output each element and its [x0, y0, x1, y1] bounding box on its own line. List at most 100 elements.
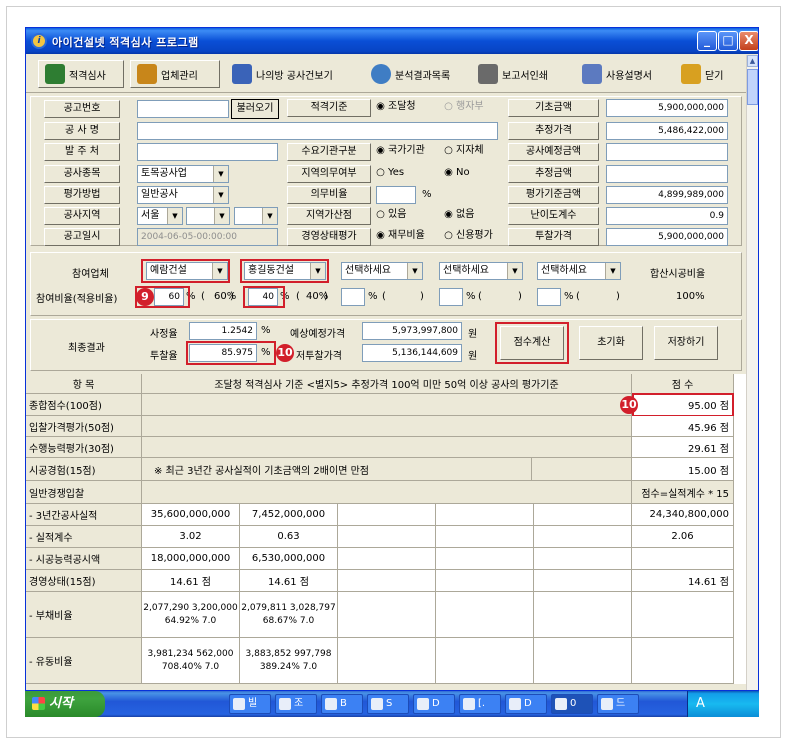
- ratio-input-5[interactable]: [537, 288, 561, 306]
- taskbar-task[interactable]: [.: [459, 694, 501, 714]
- demand-radio-local[interactable]: ○ 지자체: [444, 143, 483, 159]
- toolbar-myroom-button[interactable]: 나의방 공사건보기: [232, 60, 333, 88]
- category-select[interactable]: 토목공사업 ▼: [137, 165, 229, 183]
- table-row[interactable]: 경영상태(15점) 14.61 점 14.61 점 14.61 점: [26, 570, 746, 592]
- taskbar-task[interactable]: 조: [275, 694, 317, 714]
- globe-icon: [371, 64, 391, 84]
- taskbar-task[interactable]: D: [505, 694, 547, 714]
- exp-price-amount-field[interactable]: [606, 143, 728, 161]
- notice-no-input[interactable]: [137, 100, 229, 118]
- duty-ratio-input[interactable]: [376, 186, 416, 204]
- table-row[interactable]: 시공경험(15점) ※ 최근 3년간 공사실적이 기초금액의 2배이면 만점 1…: [26, 458, 746, 481]
- regional-radio-yes[interactable]: ○ Yes: [376, 165, 404, 181]
- ratio-input-4[interactable]: [439, 288, 463, 306]
- criteria-radio-pps[interactable]: ◉ 조달청: [376, 99, 415, 115]
- row-item: 경영상태(15점): [26, 570, 142, 592]
- load-button[interactable]: 불러오기: [231, 99, 279, 119]
- base-amount-field[interactable]: 5,900,000,000: [606, 99, 728, 117]
- bonus-radio-yes[interactable]: ○ 있음: [376, 207, 406, 223]
- table-row[interactable]: - 3년간공사실적 35,600,000,000 7,452,000,000 2…: [26, 504, 746, 526]
- taskbar-task-active[interactable]: 0: [551, 694, 593, 714]
- row-item: - 시공능력공시액: [26, 548, 142, 570]
- result-label: 최종결과: [68, 343, 105, 354]
- notice-date-label: 공고일시: [44, 228, 120, 246]
- demand-radio-national[interactable]: ◉ 국가기관: [376, 143, 425, 159]
- chevron-down-icon: ▼: [605, 263, 620, 279]
- row-desc: [142, 437, 632, 458]
- bid-price-field[interactable]: 5,900,000,000: [606, 228, 728, 246]
- table-row[interactable]: - 시공능력공시액 18,000,000,000 6,530,000,000: [26, 548, 746, 570]
- toolbar-results-button[interactable]: 분석결과목록: [371, 60, 450, 88]
- table-row[interactable]: 일반경쟁입찰 점수=실적계수 * 15: [26, 481, 746, 504]
- company-select-5[interactable]: 선택하세요 ▼: [537, 262, 621, 280]
- criteria-radio-mogaha[interactable]: ○ 행자부: [444, 99, 483, 115]
- project-name-input[interactable]: [137, 122, 498, 140]
- assess-rate-label: 사정율: [150, 329, 178, 340]
- ratio-open-4: (: [478, 291, 482, 302]
- eval-base-amount-field[interactable]: 4,899,989,000: [606, 186, 728, 204]
- taskbar-task[interactable]: S: [367, 694, 409, 714]
- minimize-button[interactable]: _: [697, 31, 717, 51]
- start-button[interactable]: 시작: [25, 691, 105, 717]
- bonus-radio-no[interactable]: ◉ 없음: [444, 207, 474, 223]
- ime-indicator[interactable]: A: [696, 696, 705, 711]
- table-row[interactable]: 수행능력평가(30점) 29.61 점: [26, 437, 746, 458]
- client-input[interactable]: [137, 143, 278, 161]
- row-empty: [436, 570, 534, 592]
- toolbar-print-button[interactable]: 보고서인쇄: [478, 60, 548, 88]
- window-icon: [233, 698, 245, 710]
- mgmt-eval-label: 경영상태평가: [287, 228, 371, 246]
- regional-radio-no[interactable]: ◉ No: [444, 165, 469, 181]
- company-select-4[interactable]: 선택하세요 ▼: [439, 262, 523, 280]
- table-row[interactable]: - 유동비율 3,981,234 562,000 708.40% 7.0 3,88…: [26, 638, 746, 684]
- highlight-company-1: [141, 259, 230, 283]
- ratio-input-3[interactable]: [341, 288, 365, 306]
- company-select-3[interactable]: 선택하세요 ▼: [341, 262, 423, 280]
- difficulty-field[interactable]: 0.9: [606, 207, 728, 225]
- mgmt-radio-credit[interactable]: ○ 신용평가: [444, 228, 493, 244]
- maximize-button[interactable]: □: [718, 31, 738, 51]
- eval-method-select[interactable]: 일반공사 ▼: [137, 186, 229, 204]
- vertical-scrollbar[interactable]: ▲: [746, 55, 758, 690]
- row-score: 29.61 점: [632, 437, 734, 458]
- row-empty: [534, 638, 632, 684]
- toolbar-manual-button[interactable]: 사용설명서: [582, 60, 652, 88]
- chevron-down-icon: ▼: [214, 208, 229, 224]
- est-price-label: 추정가격: [508, 122, 599, 140]
- table-row[interactable]: 입찰가격평가(50점) 45.96 점: [26, 416, 746, 437]
- toolbar-company-button[interactable]: 업체관리: [130, 60, 220, 88]
- region-detail-select[interactable]: ▼: [234, 207, 278, 225]
- region-select[interactable]: 서울 ▼: [137, 207, 183, 225]
- taskbar-task[interactable]: B: [321, 694, 363, 714]
- scroll-up-arrow-icon[interactable]: ▲: [747, 55, 758, 67]
- mgmt-radio-financial[interactable]: ◉ 재무비율: [376, 228, 425, 244]
- notice-date-field[interactable]: 2004-06-05-00:00:00: [137, 228, 278, 246]
- row-desc: [142, 481, 632, 504]
- est-amount-field[interactable]: [606, 165, 728, 183]
- row-item: 수행능력평가(30점): [26, 437, 142, 458]
- close-button[interactable]: X: [739, 31, 758, 51]
- save-button[interactable]: 저장하기: [654, 326, 718, 360]
- taskbar-task[interactable]: D: [413, 694, 455, 714]
- taskbar-task[interactable]: 빌: [229, 694, 271, 714]
- window-icon: [509, 698, 521, 710]
- demand-type-label: 수요기관구분: [287, 143, 371, 161]
- assess-rate-field[interactable]: 1.2542: [189, 322, 257, 340]
- title-bar[interactable]: i 아이건설넷 적격심사 프로그램 _ □ X: [26, 28, 758, 54]
- window-title: 아이건설넷 적격심사 프로그램: [52, 36, 199, 49]
- chevron-down-icon: ▼: [213, 166, 228, 182]
- toolbar-qualification-button[interactable]: 적격심사: [38, 60, 124, 88]
- region-sub-select[interactable]: ▼: [186, 207, 230, 225]
- est-price-field[interactable]: 5,486,422,000: [606, 122, 728, 140]
- row-company-2: 7,452,000,000: [240, 504, 338, 526]
- reset-button[interactable]: 초기화: [579, 326, 643, 360]
- scroll-thumb[interactable]: [747, 69, 758, 105]
- window-icon: [555, 698, 567, 710]
- lowest-bid-field[interactable]: 5,136,144,609: [362, 344, 462, 362]
- taskbar-task[interactable]: 드: [597, 694, 639, 714]
- table-row[interactable]: - 실적계수 3.02 0.63 2.06: [26, 526, 746, 548]
- table-row[interactable]: - 부채비율 2,077,290 3,200,000 64.92% 7.0 2,0…: [26, 592, 746, 638]
- chevron-down-icon: ▼: [407, 263, 422, 279]
- toolbar-close-button[interactable]: 닫기: [681, 60, 723, 88]
- expected-price-field[interactable]: 5,973,997,800: [362, 322, 462, 340]
